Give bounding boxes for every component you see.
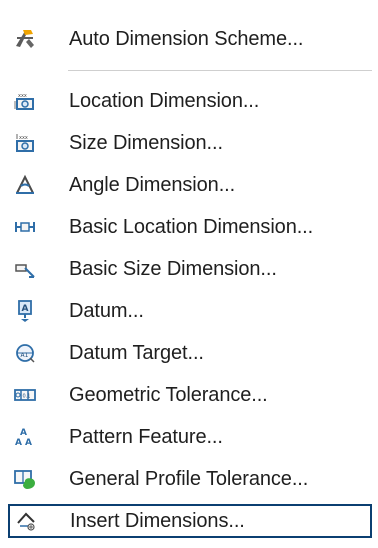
svg-text:0.1: 0.1: [23, 394, 31, 400]
menu-gutter: [0, 0, 8, 548]
menu-item-label: General Profile Tolerance...: [69, 467, 309, 490]
svg-text:xxx: xxx: [19, 135, 28, 141]
menu-item-basic-location-dimension[interactable]: Basic Location Dimension...: [8, 210, 372, 244]
insert-dimensions-icon: [13, 508, 39, 534]
pattern-feature-icon: A A A: [12, 424, 38, 450]
menu-item-basic-size-dimension[interactable]: Basic Size Dimension...: [8, 252, 372, 286]
menu-item-label: Pattern Feature...: [69, 425, 223, 448]
menu-separator: [68, 70, 372, 71]
datum-icon: A: [12, 298, 38, 324]
svg-text:A: A: [25, 438, 32, 448]
menu-item-insert-dimensions[interactable]: Insert Dimensions...: [8, 504, 372, 538]
angle-dimension-icon: [12, 172, 38, 198]
menu-item-label: Auto Dimension Scheme...: [69, 27, 304, 50]
menu-item-label: Insert Dimensions...: [70, 509, 245, 532]
menu-item-datum[interactable]: A Datum...: [8, 294, 372, 328]
svg-text:A: A: [15, 438, 22, 448]
context-menu: Auto Dimension Scheme... xxx Location Di…: [0, 0, 378, 548]
auto-dimension-scheme-icon: [12, 26, 38, 52]
menu-item-label: Datum Target...: [69, 341, 204, 364]
menu-item-label: Angle Dimension...: [69, 173, 236, 196]
menu-item-label: Basic Size Dimension...: [69, 257, 277, 280]
svg-text:A1: A1: [21, 352, 29, 359]
menu-item-label: Basic Location Dimension...: [69, 215, 314, 238]
geometric-tolerance-icon: 0.1: [12, 382, 38, 408]
general-profile-tolerance-icon: [12, 466, 38, 492]
menu-item-pattern-feature[interactable]: A A A Pattern Feature...: [8, 420, 372, 454]
menu-item-auto-dimension-scheme[interactable]: Auto Dimension Scheme...: [8, 22, 372, 56]
basic-location-dimension-icon: [12, 214, 38, 240]
menu-item-datum-target[interactable]: A1 Datum Target...: [8, 336, 372, 370]
svg-text:A: A: [20, 428, 27, 438]
menu-item-geometric-tolerance[interactable]: 0.1 Geometric Tolerance...: [8, 378, 372, 412]
menu-item-label: Size Dimension...: [69, 131, 223, 154]
svg-text:A: A: [22, 304, 29, 314]
menu-item-label: Datum...: [69, 299, 144, 322]
basic-size-dimension-icon: [12, 256, 38, 282]
menu-item-size-dimension[interactable]: xxx Size Dimension...: [8, 126, 372, 160]
datum-target-icon: A1: [12, 340, 38, 366]
location-dimension-icon: xxx: [12, 88, 38, 114]
svg-text:xxx: xxx: [18, 93, 27, 99]
menu-item-label: Location Dimension...: [69, 89, 260, 112]
menu-item-location-dimension[interactable]: xxx Location Dimension...: [8, 84, 372, 118]
menu-item-angle-dimension[interactable]: Angle Dimension...: [8, 168, 372, 202]
menu-item-label: Geometric Tolerance...: [69, 383, 268, 406]
menu-item-general-profile-tolerance[interactable]: General Profile Tolerance...: [8, 462, 372, 496]
size-dimension-icon: xxx: [12, 130, 38, 156]
